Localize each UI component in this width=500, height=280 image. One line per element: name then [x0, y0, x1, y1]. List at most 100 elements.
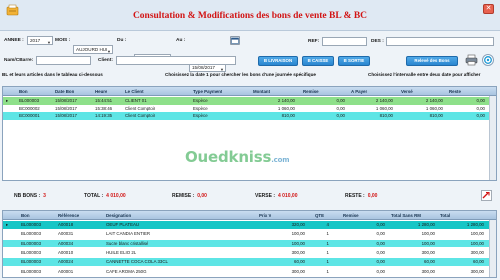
col-art-prix[interactable]: Prix V — [259, 211, 271, 220]
bons-table-scrollbar[interactable] — [489, 96, 496, 180]
bon-cell-type: Espèce — [193, 98, 208, 103]
hint-right: Choisissez l'intervalle entre deux date … — [368, 72, 481, 77]
article-row[interactable]: BL000003 A00024 CANNETTE COCA COLA 33CL 60,… — [3, 258, 496, 266]
article-cell-remise: 0,00 — [376, 240, 385, 246]
col-art-total-sans-rm[interactable]: Total Sans RM — [391, 211, 421, 220]
articles-table[interactable]: Bon Référence Designation Prix V QTE Rem… — [2, 210, 497, 278]
article-cell-ref: A00001 — [58, 268, 74, 274]
article-row[interactable]: BL000003 A00010 HUILE ELIO 2L 300,00 1 0,00 30… — [3, 248, 496, 257]
article-cell-qte: 1 — [326, 259, 329, 265]
article-cell-des: Sucre blanc cristallisé — [106, 240, 149, 246]
col-art-designation[interactable]: Designation — [106, 211, 131, 220]
bon-cell-verse: 810,00 — [429, 113, 443, 118]
b-caisse-button[interactable]: B CAISSE — [302, 56, 334, 66]
article-cell-ref: A00034 — [58, 240, 74, 246]
col-montant[interactable]: Montant — [253, 87, 270, 96]
article-cell-remise: 0,00 — [376, 231, 385, 237]
article-row[interactable]: BL000003 A00031 LAIT CANDIA ENTIER 100,00 1 0… — [3, 230, 496, 238]
des-input[interactable] — [386, 37, 494, 46]
hint-middle: Choisissez la date 1 pour chercher les b… — [165, 72, 316, 77]
client-input[interactable] — [116, 56, 236, 65]
annee-value: 2017 — [30, 38, 41, 43]
nam-cbarre-input[interactable] — [36, 56, 91, 65]
col-art-total[interactable]: Total — [440, 211, 450, 220]
close-button[interactable]: ✕ — [483, 4, 494, 14]
releve-des-bons-button[interactable]: Relevé des Bons — [406, 56, 458, 66]
bon-cell-type: Espèce — [193, 105, 208, 111]
article-cell-bon: BL000003 — [21, 240, 42, 246]
hint-left: BL et leurs articles dans le tableau ci-… — [2, 72, 103, 77]
article-cell-qte: 1 — [326, 268, 329, 274]
bon-cell-verse: 2 140,00 — [425, 98, 443, 103]
annee-select[interactable]: 2017 ▼ — [27, 36, 53, 45]
bon-cell-type: Espèce — [193, 113, 208, 118]
remise-value: 0,00 — [197, 193, 207, 199]
row-pointer-icon: ▸ — [6, 222, 9, 227]
article-cell-qte: 1 — [326, 240, 329, 246]
b-livraison-button[interactable]: B LIVRAISON — [258, 56, 298, 66]
printer-icon — [465, 54, 478, 66]
mois-select[interactable]: AUJOURD HUI ▼ — [73, 45, 113, 54]
col-art-qte[interactable]: QTE — [315, 211, 324, 220]
ref-input[interactable] — [322, 37, 367, 46]
article-cell-des: CAFE AROMA 250G — [106, 268, 147, 274]
article-cell-prix: 320,00 — [291, 222, 305, 227]
article-cell-ref: A00024 — [58, 259, 74, 265]
article-cell-bon: BL000003 — [21, 268, 42, 274]
row-pointer-icon: ▸ — [6, 98, 9, 103]
col-art-remise[interactable]: Remise — [343, 211, 359, 220]
mois-label: MOIS : — [55, 38, 71, 43]
reste-value: 0,00 — [367, 193, 378, 199]
export-button[interactable] — [480, 189, 493, 202]
article-cell-total: 60,00 — [473, 259, 484, 265]
bon-cell-montant: 2 140,00 — [277, 98, 295, 103]
col-reste[interactable]: Reste — [449, 87, 461, 96]
col-a-payer[interactable]: A Payer — [351, 87, 367, 96]
total-value: 4 010,00 — [106, 193, 126, 199]
bon-cell-a-payer: 810,00 — [379, 113, 393, 118]
article-cell-ref: A00010 — [58, 249, 74, 255]
bon-row[interactable]: BC000002 15/08/2017 15:38:46 Client Comptoi… — [3, 104, 496, 112]
chevron-down-icon: ▼ — [47, 40, 51, 45]
refresh-button[interactable] — [482, 54, 494, 66]
des-label: DES : — [371, 39, 384, 44]
total-amount: TOTAL :4 010,00 — [84, 193, 126, 199]
col-type-payment[interactable]: Type Payment — [193, 87, 222, 96]
col-client[interactable]: Le Client — [125, 87, 144, 96]
bon-row[interactable]: ▸ BL000003 15/08/2017 15:44:51 CLIENT 01 Espè… — [3, 97, 496, 105]
reste-label: RESTE : — [345, 193, 365, 199]
bon-cell-heure: 15:38:46 — [95, 105, 113, 111]
col-date-bon[interactable]: Date Bon — [55, 87, 74, 96]
col-bon[interactable]: Bon — [19, 87, 28, 96]
b-sortie-button[interactable]: B SORTIE — [338, 56, 370, 66]
article-cell-des: OEUF PLATEAU — [106, 222, 140, 227]
col-art-reference[interactable]: Référence — [58, 211, 79, 220]
bon-cell-montant: 1 060,00 — [277, 105, 295, 111]
col-art-bon[interactable]: Bon — [21, 211, 30, 220]
articles-table-scrollbar[interactable] — [489, 220, 496, 277]
article-row[interactable]: BL000003 A00034 Sucre blanc cristallisé 100… — [3, 239, 496, 248]
col-remise[interactable]: Remise — [303, 87, 319, 96]
article-cell-qte: 4 — [326, 222, 329, 227]
bon-row[interactable]: BC000001 15/08/2017 14:19:35 Client Comptoi… — [3, 112, 496, 120]
watermark-main: Ouedkniss — [185, 148, 272, 166]
article-cell-bon: BL000003 — [21, 249, 42, 255]
print-button[interactable] — [465, 54, 478, 66]
remise-label: REMISE : — [172, 193, 195, 199]
bon-cell-client: CLIENT 01 — [125, 98, 147, 103]
article-cell-remise: 0,00 — [376, 222, 385, 227]
col-verse[interactable]: Versé — [401, 87, 413, 96]
article-row[interactable]: ▸ BL000003 A00018 OEUF PLATEAU 320,00 4 0,00 1 … — [3, 221, 496, 229]
article-cell-tsr: 60,00 — [424, 259, 435, 265]
watermark-logo: Ouedkniss.com — [185, 148, 290, 166]
bons-table[interactable]: Bon Date Bon Heure Le Client Type Paymen… — [2, 86, 497, 181]
col-heure[interactable]: Heure — [95, 87, 107, 96]
annee-label: ANNEE : — [4, 38, 24, 43]
du-label: Du : — [117, 38, 127, 43]
article-row[interactable]: BL000003 A00001 CAFE AROMA 250G 300,00 1 0,00… — [3, 267, 496, 275]
article-cell-bon: BL000003 — [21, 222, 42, 227]
reste-total: RESTE :0,00 — [345, 193, 377, 199]
article-cell-total: 300,00 — [470, 249, 484, 255]
calendar-button[interactable] — [230, 36, 240, 45]
bon-cell-bon: BC000001 — [19, 113, 40, 118]
